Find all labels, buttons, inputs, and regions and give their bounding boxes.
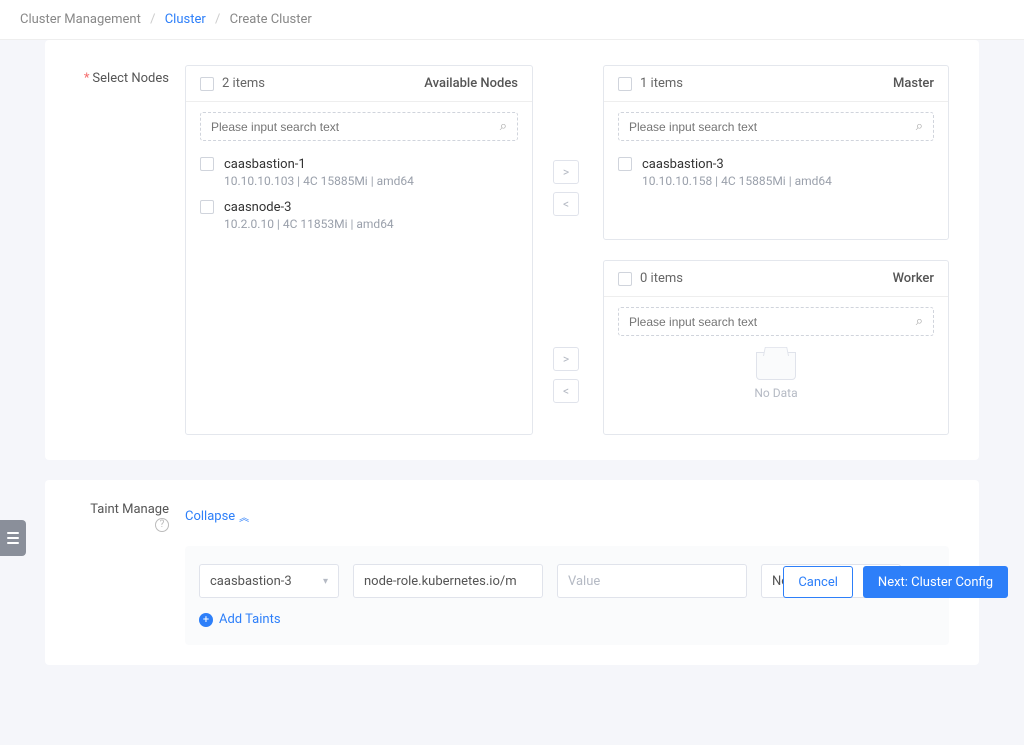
chevron-down-icon: ▾ xyxy=(323,576,328,587)
available-node-item[interactable]: caasbastion-1 10.10.10.103 | 4C 15885Mi … xyxy=(200,151,518,194)
available-nodes-box: 2 items Available Nodes ⌕ xyxy=(185,65,533,435)
side-panel-toggle[interactable] xyxy=(0,520,26,556)
available-role: Available Nodes xyxy=(424,76,518,91)
transfer-master-controls: > < xyxy=(553,160,583,216)
node-meta: 10.10.10.158 | 4C 15885Mi | amd64 xyxy=(642,174,832,188)
search-icon: ⌕ xyxy=(916,119,923,134)
next-button[interactable]: Next: Cluster Config xyxy=(863,566,1008,598)
move-left-master-button[interactable]: < xyxy=(553,192,579,216)
footer-actions: Cancel Next: Cluster Config xyxy=(783,566,1008,598)
worker-count: 0 items xyxy=(640,271,893,286)
master-select-all-checkbox[interactable] xyxy=(618,77,632,91)
transfer-worker-controls: > < xyxy=(553,315,583,435)
worker-select-all-checkbox[interactable] xyxy=(618,272,632,286)
master-count: 1 items xyxy=(640,76,893,91)
worker-search-input[interactable] xyxy=(629,315,916,329)
taint-value-input[interactable]: Value xyxy=(557,564,747,598)
available-search-input[interactable] xyxy=(211,120,500,134)
collapse-toggle[interactable]: Collapse ︽ xyxy=(185,509,249,524)
node-checkbox[interactable] xyxy=(200,200,214,214)
node-meta: 10.10.10.103 | 4C 15885Mi | amd64 xyxy=(224,174,414,188)
node-name: caasbastion-3 xyxy=(642,157,832,172)
available-count: 2 items xyxy=(222,76,424,91)
plus-icon: + xyxy=(199,613,213,627)
master-nodes-box: 1 items Master ⌕ xyxy=(603,65,949,240)
search-icon: ⌕ xyxy=(500,119,507,134)
node-checkbox[interactable] xyxy=(200,157,214,171)
cancel-button[interactable]: Cancel xyxy=(783,566,853,598)
node-meta: 10.2.0.10 | 4C 11853Mi | amd64 xyxy=(224,217,394,231)
select-nodes-panel: *Select Nodes 2 items Available Nodes xyxy=(45,40,979,460)
master-search[interactable]: ⌕ xyxy=(618,112,934,141)
help-icon[interactable]: ? xyxy=(155,518,169,532)
breadcrumb-sep: / xyxy=(150,12,155,27)
breadcrumb-root: Cluster Management xyxy=(20,12,141,27)
empty-text: No Data xyxy=(604,386,948,400)
master-node-item[interactable]: caasbastion-3 10.10.10.158 | 4C 15885Mi … xyxy=(618,151,934,194)
move-right-worker-button[interactable]: > xyxy=(553,347,579,371)
add-taints-button[interactable]: + Add Taints xyxy=(199,612,281,627)
taint-node-select[interactable]: caasbastion-3▾ xyxy=(199,564,339,598)
breadcrumb-current: Create Cluster xyxy=(230,12,312,27)
worker-nodes-box: 0 items Worker ⌕ xyxy=(603,260,949,435)
breadcrumb: Cluster Management / Cluster / Create Cl… xyxy=(0,0,1024,40)
worker-empty-state: No Data xyxy=(604,342,948,418)
breadcrumb-cluster-link[interactable]: Cluster xyxy=(165,12,206,27)
chevron-up-icon: ︽ xyxy=(239,509,249,524)
available-search[interactable]: ⌕ xyxy=(200,112,518,141)
worker-role: Worker xyxy=(893,271,934,286)
move-right-master-button[interactable]: > xyxy=(553,160,579,184)
node-name: caasnode-3 xyxy=(224,200,394,215)
empty-inbox-icon xyxy=(756,352,796,380)
available-select-all-checkbox[interactable] xyxy=(200,77,214,91)
move-left-worker-button[interactable]: < xyxy=(553,379,579,403)
taint-manage-label: Taint Manage? xyxy=(75,500,185,532)
search-icon: ⌕ xyxy=(916,314,923,329)
node-checkbox[interactable] xyxy=(618,157,632,171)
master-role: Master xyxy=(893,76,934,91)
menu-icon xyxy=(7,532,19,544)
available-node-item[interactable]: caasnode-3 10.2.0.10 | 4C 11853Mi | amd6… xyxy=(200,194,518,237)
worker-search[interactable]: ⌕ xyxy=(618,307,934,336)
node-name: caasbastion-1 xyxy=(224,157,414,172)
master-search-input[interactable] xyxy=(629,120,916,134)
taint-key-input[interactable]: node-role.kubernetes.io/m xyxy=(353,564,543,598)
breadcrumb-sep: / xyxy=(215,12,220,27)
select-nodes-label: *Select Nodes xyxy=(75,65,185,86)
